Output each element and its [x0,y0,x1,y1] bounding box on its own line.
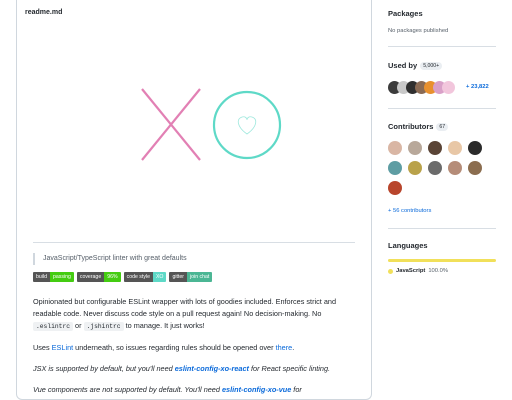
language-item[interactable]: JavaScript 100.0% [388,268,448,274]
contributors-more-link[interactable]: + 56 contributors [388,208,431,214]
eslint-config-xo-vue-link[interactable]: eslint-config-xo-vue [222,385,291,394]
intro-paragraph: Opinionated but configurable ESLint wrap… [33,297,336,331]
used-by-count: 5,000+ [420,61,443,70]
packages-heading[interactable]: Packages [388,9,423,18]
tagline-quote: JavaScript/TypeScript linter with great … [33,253,355,265]
avatar[interactable] [468,161,482,175]
jsx-paragraph: JSX is supported by default, but you'll … [33,364,331,373]
avatar[interactable] [408,161,422,175]
divider [388,108,496,109]
there-link[interactable]: there [276,343,293,352]
used-by-more-link[interactable]: + 23,822 [466,84,489,90]
used-by-avatars[interactable] [388,81,455,94]
languages-heading: Languages [388,241,428,250]
gitter-badge[interactable]: gitter join chat [169,272,213,282]
code-style-badge[interactable]: code style XO [123,272,167,282]
divider [388,228,496,229]
contributors-heading[interactable]: Contributors 67 [388,122,449,131]
avatar[interactable] [442,81,455,94]
build-badge[interactable]: build passing [33,272,74,282]
divider [33,242,355,243]
coverage-badge[interactable]: coverage 96% [76,272,121,282]
eslint-config-xo-react-link[interactable]: eslint-config-xo-react [175,364,249,373]
contributors-count: 67 [436,122,449,131]
eslint-paragraph: Uses ESLint underneath, so issues regard… [33,343,295,352]
packages-text: No packages published [388,28,449,34]
x-logo-mark [141,88,201,161]
xo-logo [33,28,355,242]
readme-header: readme.md [17,0,371,28]
divider [388,46,496,47]
avatar[interactable] [388,141,402,155]
avatar[interactable] [388,181,402,195]
avatar[interactable] [428,141,442,155]
vue-paragraph: Vue components are not supported by defa… [33,385,302,394]
o-logo-mark [212,90,282,160]
eslint-link[interactable]: ESLint [52,343,74,352]
javascript-color-dot [388,268,393,274]
eslintrc-code: .eslintrc [33,322,74,331]
readme-filename[interactable]: readme.md [25,9,363,16]
avatar[interactable] [468,141,482,155]
jshintrc-code: .jshintrc [83,322,124,331]
badges: build passing coverage 96% code style XO gi… [33,272,355,282]
readme-panel: readme.md JavaScript/TypeScript linter w… [16,0,372,400]
used-by-heading[interactable]: Used by 5,000+ [388,61,443,70]
language-bar [388,259,496,262]
avatar[interactable] [388,161,402,175]
avatar[interactable] [408,141,422,155]
avatar[interactable] [448,141,462,155]
avatar[interactable] [448,161,462,175]
avatar[interactable] [428,161,442,175]
